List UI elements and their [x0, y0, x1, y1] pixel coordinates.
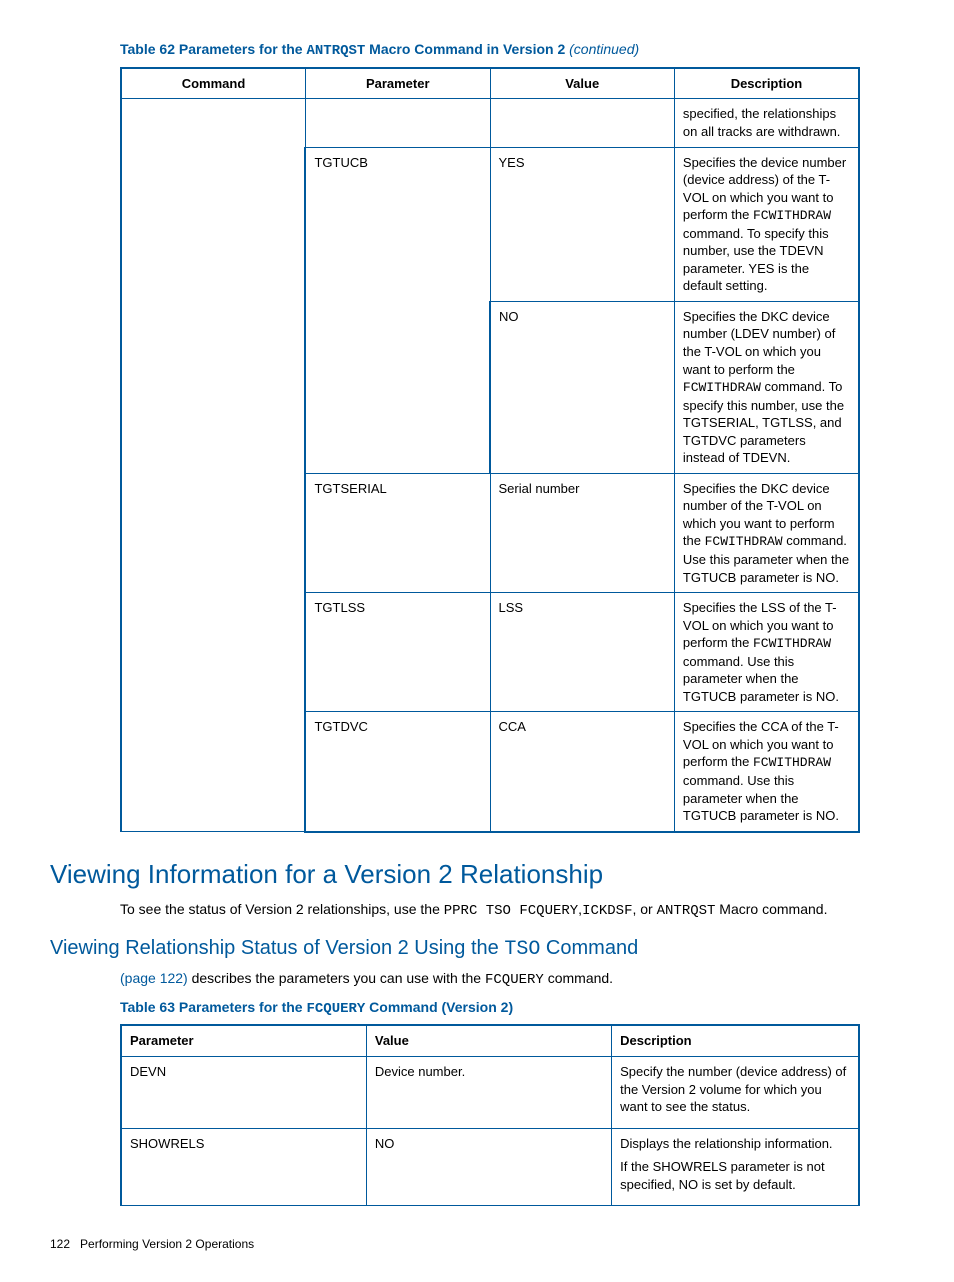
para-text: command. [544, 970, 613, 986]
caption-text: Command (Version 2) [365, 999, 513, 1015]
table-row: specified, the relationships on all trac… [121, 99, 859, 147]
caption-text: Table 62 Parameters for the [120, 41, 306, 57]
cell-parameter: TGTDVC [305, 712, 490, 832]
heading-viewing-status: Viewing Relationship Status of Version 2… [50, 935, 904, 963]
cell-description: Specifies the DKC device number of the T… [674, 473, 859, 592]
col-description: Description [674, 68, 859, 99]
caption-code: ANTRQST [306, 43, 365, 59]
heading-text: Command [540, 937, 638, 959]
table62-caption: Table 62 Parameters for the ANTRQST Macr… [120, 40, 904, 61]
col-value: Value [366, 1025, 611, 1056]
para-code: FCQUERY [485, 972, 544, 988]
table63-header-row: Parameter Value Description [121, 1025, 859, 1056]
cell-value: Device number. [366, 1056, 611, 1128]
table62: Command Parameter Value Description spec… [120, 67, 860, 833]
cell-value: CCA [490, 712, 674, 832]
table63: Parameter Value Description DEVNDevice n… [120, 1024, 860, 1206]
caption-code: FCQUERY [306, 1001, 365, 1017]
cell-parameter [305, 99, 490, 147]
cell-value [490, 99, 674, 147]
footer-title: Performing Version 2 Operations [80, 1237, 254, 1251]
table62-header-row: Command Parameter Value Description [121, 68, 859, 99]
cell-description: Specifies the LSS of the T-VOL on which … [674, 593, 859, 712]
cell-description: Specifies the DKC device number (LDEV nu… [674, 301, 859, 473]
cell-description: Specifies the CCA of the T-VOL on which … [674, 712, 859, 832]
col-description: Description [612, 1025, 859, 1056]
table63-caption: Table 63 Parameters for the FCQUERY Comm… [120, 998, 904, 1019]
heading-code: TSO [504, 938, 540, 961]
cell-parameter: DEVN [121, 1056, 366, 1128]
cell-parameter: TGTSERIAL [305, 473, 490, 592]
para-text: describes the parameters you can use wit… [188, 970, 485, 986]
col-value: Value [490, 68, 674, 99]
cell-value: NO [366, 1128, 611, 1206]
cell-value: YES [490, 147, 674, 301]
cell-description: Displays the relationship information.If… [612, 1128, 859, 1206]
caption-text: Table 63 Parameters for the [120, 999, 306, 1015]
cell-command [121, 99, 305, 832]
page-number: 122 [50, 1237, 70, 1251]
section2-paragraph: (page 122) describes the parameters you … [120, 969, 904, 990]
page-footer: 122 Performing Version 2 Operations [50, 1236, 904, 1252]
cell-parameter: SHOWRELS [121, 1128, 366, 1206]
table-row: DEVNDevice number.Specify the number (de… [121, 1056, 859, 1128]
cell-parameter: TGTUCB [305, 147, 490, 473]
col-parameter: Parameter [305, 68, 490, 99]
caption-text: Macro Command in Version 2 [365, 41, 569, 57]
col-parameter: Parameter [121, 1025, 366, 1056]
heading-text: Viewing Relationship Status of Version 2… [50, 937, 504, 959]
cell-value: Serial number [490, 473, 674, 592]
cell-description: Specify the number (device address) of t… [612, 1056, 859, 1128]
section1-paragraph: To see the status of Version 2 relations… [120, 900, 904, 921]
cell-description: specified, the relationships on all trac… [674, 99, 859, 147]
caption-continued: (continued) [569, 41, 639, 57]
cell-value: NO [490, 301, 674, 473]
col-command: Command [121, 68, 305, 99]
cell-description: Specifies the device number (device addr… [674, 147, 859, 301]
cell-parameter: TGTLSS [305, 593, 490, 712]
table-row: SHOWRELSNODisplays the relationship info… [121, 1128, 859, 1206]
cell-value: LSS [490, 593, 674, 712]
heading-viewing-info: Viewing Information for a Version 2 Rela… [50, 857, 904, 892]
page-reference-link[interactable]: (page 122) [120, 970, 188, 986]
